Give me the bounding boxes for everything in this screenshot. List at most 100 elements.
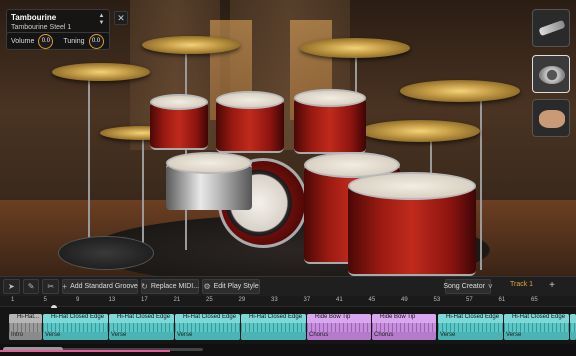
groove-block-name: Hi-Hat Closed Edge — [175, 314, 240, 323]
song-section-strip — [0, 350, 170, 352]
groove-block-section: Verse — [504, 332, 569, 340]
tom-head — [348, 172, 476, 200]
groove-block[interactable]: Hi-Hat... Intro — [9, 314, 42, 340]
ruler-tick-label: 29 — [238, 297, 246, 303]
groove-block[interactable]: Ride Bow Tip Chorus — [372, 314, 436, 340]
replace-midi-label: Replace MIDI... — [150, 283, 200, 290]
groove-block[interactable]: Hi-Hat Closed Edge Verse — [43, 314, 108, 340]
groove-block-name: Hi-Hat Closed Edge — [241, 314, 306, 323]
ruler-tick-label: 9 — [76, 297, 80, 303]
add-track-button[interactable]: + — [545, 279, 559, 293]
groove-block[interactable]: Hi — [570, 314, 576, 340]
ruler-tick-label: 45 — [368, 297, 376, 303]
shaker-icon — [538, 19, 566, 37]
groove-block-section: Verse — [109, 332, 174, 340]
scissors-icon: ✂ — [47, 282, 55, 291]
ruler-tick-label: 49 — [401, 297, 408, 303]
replace-icon: ↻ — [141, 282, 148, 291]
groove-block-section — [241, 332, 306, 340]
ruler-tick-label: 21 — [173, 297, 181, 303]
replace-midi-button[interactable]: ↻ Replace MIDI... — [141, 279, 200, 294]
pencil-icon: ✎ — [27, 282, 35, 291]
chevron-up-icon[interactable]: ▲ — [97, 13, 106, 20]
tom-head — [150, 94, 208, 110]
ruler-tick-label: 5 — [43, 297, 47, 303]
instrument-controls: Volume 0.0 Tuning 0.0 — [6, 32, 110, 50]
china-cymbal[interactable] — [360, 120, 480, 142]
instrument-thumb-shaker[interactable] — [532, 9, 570, 47]
tuning-knob[interactable]: 0.0 — [88, 33, 104, 49]
volume-knob[interactable]: 0.0 — [38, 33, 54, 49]
ride-cymbal[interactable] — [400, 80, 520, 102]
preset-stepper[interactable]: ▲ ▼ — [97, 13, 106, 27]
cymbal-stand — [480, 95, 482, 270]
groove-block[interactable]: Hi-Hat Closed Edge Verse — [438, 314, 503, 340]
ruler-tick-label: 53 — [433, 297, 441, 303]
plus-icon: + — [62, 282, 68, 291]
ruler-tick-label: 61 — [498, 297, 506, 303]
groove-block-section — [570, 332, 576, 340]
groove-block[interactable]: Hi-Hat Closed Edge Verse — [504, 314, 569, 340]
cymbal-stand — [88, 75, 90, 245]
timeline-ruler[interactable]: 1 5 9 13 17 21 25 29 33 37 41 45 49 53 57 61 65 — [0, 296, 576, 307]
add-groove-label: Add Standard Groove — [70, 283, 138, 290]
cut-tool-button[interactable]: ✂ — [42, 279, 60, 294]
ruler-tick-label: 17 — [141, 297, 148, 303]
pencil-tool-button[interactable]: ✎ — [22, 279, 40, 294]
groove-block-name: Hi-Hat Closed Edge — [43, 314, 108, 323]
close-icon[interactable]: ✕ — [114, 11, 128, 25]
tuning-label: Tuning — [63, 37, 85, 45]
edit-play-style-button[interactable]: ⚙ Edit Play Style — [202, 279, 261, 294]
add-groove-button[interactable]: + Add Standard Groove — [62, 279, 139, 294]
pointer-tool-button[interactable]: ➤ — [3, 279, 20, 294]
groove-block-midi — [109, 323, 174, 332]
groove-block-name: Hi-Hat Closed Edge — [438, 314, 503, 323]
groove-block-section: Chorus — [307, 332, 371, 340]
hihat-stand — [142, 135, 144, 250]
tambourine-icon — [539, 66, 565, 84]
song-creator-button[interactable]: Song Creator ˅ — [443, 279, 493, 294]
edit-play-style-label: Edit Play Style — [213, 283, 259, 290]
chevron-down-icon[interactable]: ▼ — [97, 20, 106, 27]
ruler-tick-label: 37 — [303, 297, 311, 303]
cymbal-stand — [185, 50, 187, 250]
groove-block-name: Ride Bow Tip — [307, 314, 371, 323]
crash-cymbal[interactable] — [300, 38, 410, 58]
groove-block-midi — [372, 323, 436, 332]
instrument-name: Tambourine — [11, 13, 57, 22]
groove-block-name: Hi-Hat... — [9, 314, 42, 323]
tom-head — [216, 91, 284, 109]
snare-head — [166, 152, 252, 174]
groove-block[interactable]: Hi-Hat Closed Edge Verse — [109, 314, 174, 340]
settings-icon: ⚙ — [203, 282, 211, 291]
groove-block-section: Chorus — [372, 332, 436, 340]
ruler-tick-label: 57 — [466, 297, 473, 303]
crash-cymbal[interactable] — [142, 36, 240, 54]
groove-block-midi — [438, 323, 503, 332]
instrument-thumb-hands[interactable] — [532, 99, 570, 137]
groove-block[interactable]: Ride Bow Tip Chorus — [307, 314, 371, 340]
chevron-down-icon: ˅ — [487, 282, 493, 291]
ruler-tick-label: 25 — [206, 297, 213, 303]
drum-stool — [58, 236, 154, 270]
groove-block-name: Hi-Hat Closed Edge — [504, 314, 569, 323]
groove-block-midi — [43, 323, 108, 332]
groove-block-section: Verse — [175, 332, 240, 340]
groove-block-section: Verse — [43, 332, 108, 340]
groove-block[interactable]: Hi-Hat Closed Edge — [241, 314, 306, 340]
groove-block-midi — [504, 323, 569, 332]
groove-block-name: Hi — [570, 314, 576, 323]
groove-block-midi — [307, 323, 371, 332]
groove-block-midi — [9, 323, 42, 332]
instrument-thumb-tambourine[interactable] — [532, 55, 570, 93]
splash-cymbal[interactable] — [52, 63, 150, 81]
groove-block[interactable]: Hi-Hat Closed Edge Verse — [175, 314, 240, 340]
groove-block-name: Hi-Hat Closed Edge — [109, 314, 174, 323]
hand-clap-icon — [539, 110, 565, 128]
volume-label: Volume — [11, 37, 35, 45]
track-name[interactable]: Track 1 — [510, 281, 533, 288]
ruler-tick-label: 33 — [271, 297, 278, 303]
ruler-tick-label: 1 — [11, 297, 15, 303]
groove-block-name: Ride Bow Tip — [372, 314, 436, 323]
ruler-tick-label: 13 — [108, 297, 116, 303]
